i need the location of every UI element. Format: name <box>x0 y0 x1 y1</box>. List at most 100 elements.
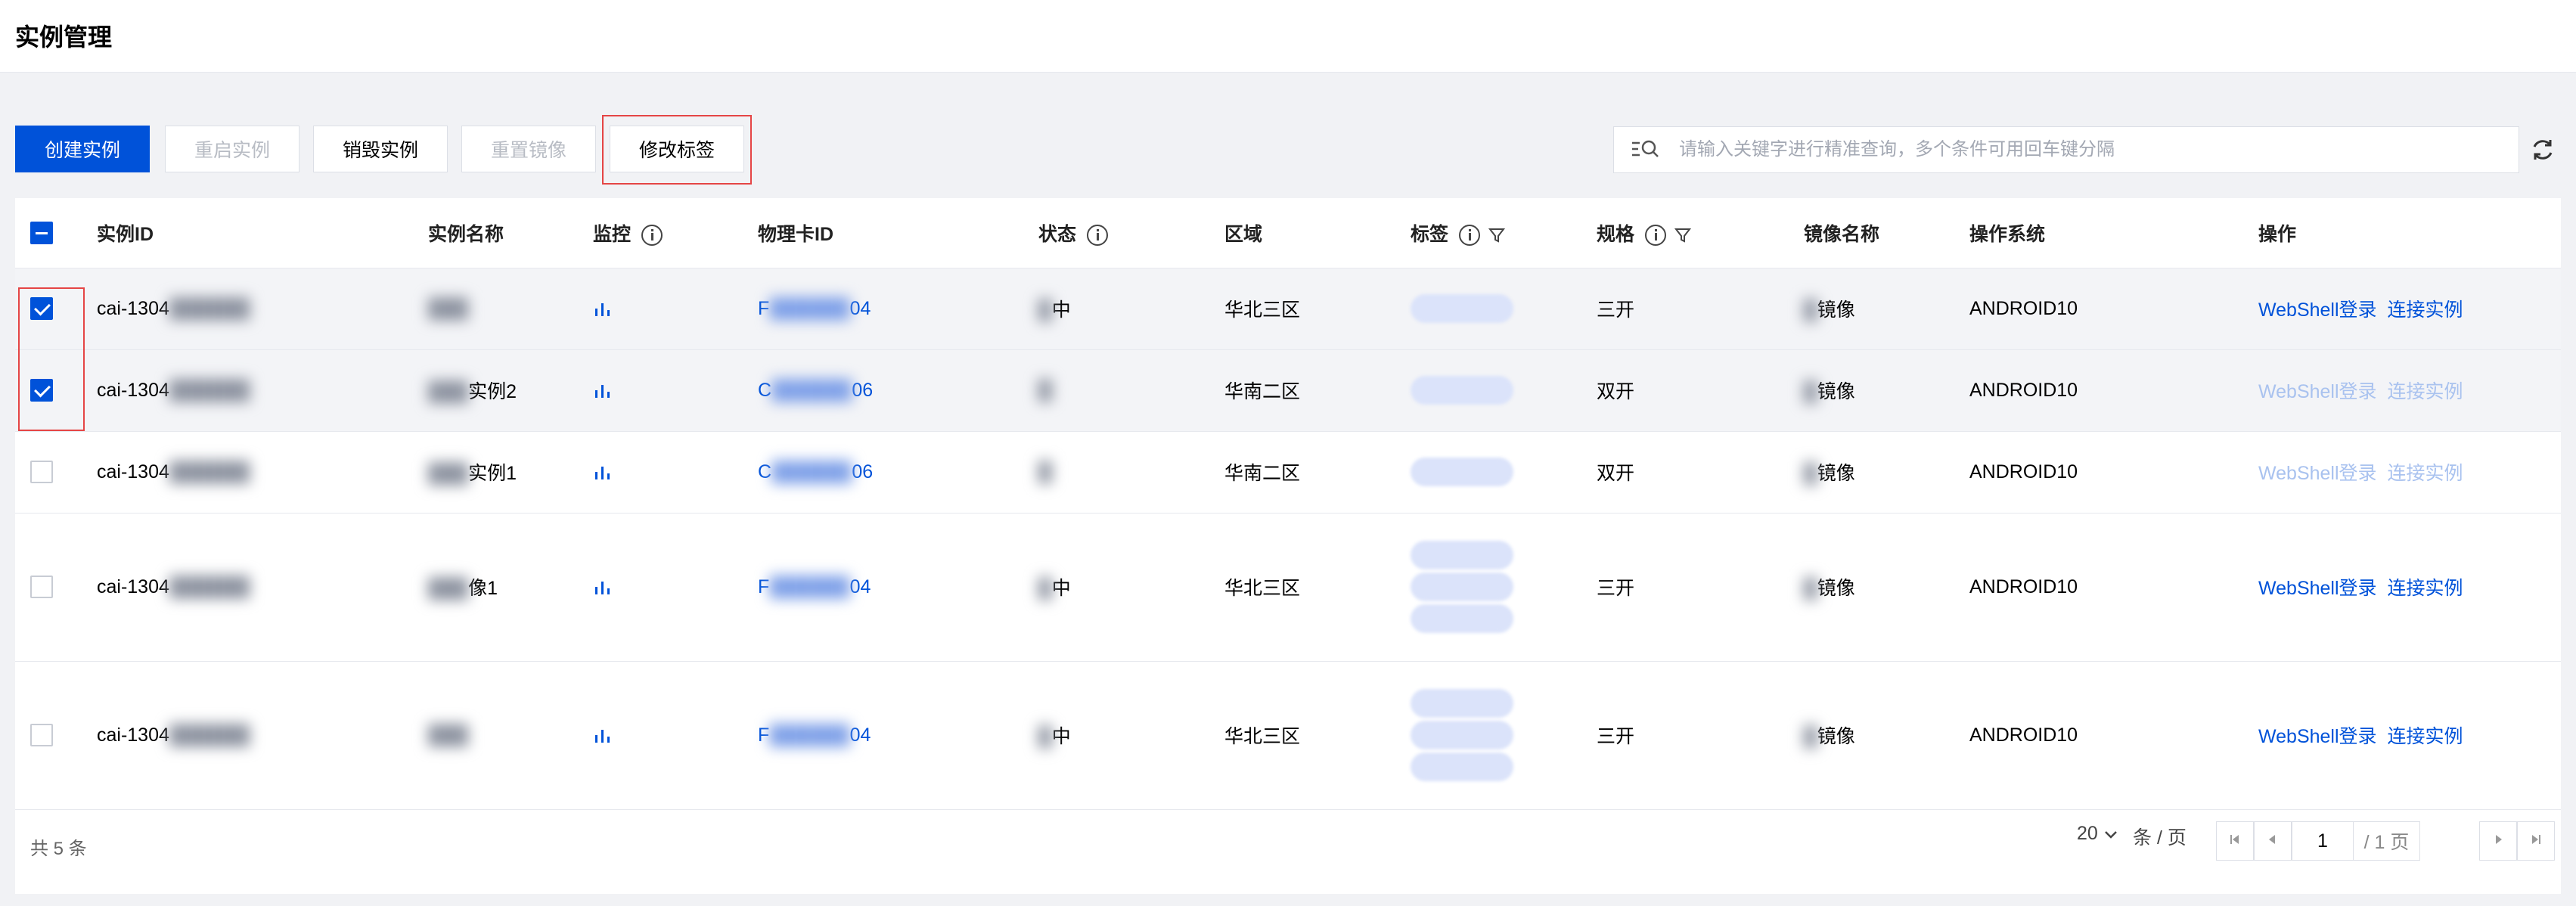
col-monitor: 监控 <box>593 198 758 268</box>
row-checkbox[interactable] <box>30 461 53 484</box>
filter-icon[interactable] <box>1488 226 1506 244</box>
card-id-redacted: ██████ <box>771 461 852 482</box>
info-icon[interactable] <box>1459 225 1481 247</box>
connect-instance-link[interactable]: 连接实例 <box>2387 299 2463 321</box>
prev-page-icon <box>2265 830 2280 852</box>
connect-instance-link[interactable]: 连接实例 <box>2387 726 2463 747</box>
instance-name: 像1 <box>468 578 498 599</box>
row-checkbox[interactable] <box>30 576 53 599</box>
os: ANDROID10 <box>1969 431 2258 514</box>
monitor-chart-icon[interactable] <box>593 578 613 597</box>
restart-instance-button[interactable]: 重启实例 <box>165 126 299 172</box>
table-row: cai-1304██████ ███实例1 C██████06 █ 华南二区 双开 █镜像 A… <box>15 431 2561 514</box>
status-redacted: █ <box>1038 726 1052 747</box>
image-name: 镜像 <box>1817 381 1855 402</box>
card-id-suffix: 04 <box>849 576 871 597</box>
os: ANDROID10 <box>1969 513 2258 662</box>
row-checkbox[interactable] <box>30 379 53 402</box>
col-card-id: 物理卡ID <box>758 198 1038 268</box>
total-pages-label: / 1 页 <box>2354 821 2420 861</box>
status-redacted: █ <box>1038 578 1052 599</box>
os: ANDROID10 <box>1969 268 2258 350</box>
page-title: 实例管理 <box>15 23 113 51</box>
reset-image-button[interactable]: 重置镜像 <box>461 126 596 172</box>
os: ANDROID10 <box>1969 661 2258 810</box>
col-spec-label: 规格 <box>1597 223 1635 245</box>
col-tags-label: 标签 <box>1411 223 1449 245</box>
tag-list <box>1411 689 1597 781</box>
filter-icon[interactable] <box>1674 226 1692 244</box>
webshell-login-link[interactable]: WebShell登录 <box>2258 381 2377 402</box>
webshell-login-link[interactable]: WebShell登录 <box>2258 463 2377 484</box>
row-checkbox[interactable] <box>30 297 53 321</box>
table-header-row: 实例ID 实例名称 监控 物理卡ID 状态 区域 标签 规格 镜像名称 操作系统… <box>15 198 2561 268</box>
instance-table: 实例ID 实例名称 监控 物理卡ID 状态 区域 标签 规格 镜像名称 操作系统… <box>15 198 2561 810</box>
tag-pill <box>1411 572 1513 601</box>
card-id-prefix: C <box>758 461 772 482</box>
image-name: 镜像 <box>1817 578 1855 599</box>
col-os: 操作系统 <box>1969 198 2258 268</box>
last-page-button[interactable] <box>2517 821 2555 861</box>
select-all-checkbox[interactable] <box>30 221 53 244</box>
tag-list <box>1411 294 1597 323</box>
create-instance-button[interactable]: 创建实例 <box>15 126 150 172</box>
instance-name: 实例2 <box>468 381 517 402</box>
first-page-button[interactable] <box>2216 821 2254 861</box>
tag-pill <box>1411 376 1513 405</box>
search-filter-icon <box>1631 138 1661 161</box>
col-image-name: 镜像名称 <box>1804 198 1969 268</box>
search-box[interactable] <box>1613 126 2519 173</box>
per-page-label: 条 / 页 <box>2133 827 2186 849</box>
monitor-chart-icon[interactable] <box>593 463 613 482</box>
tag-pill <box>1411 294 1513 323</box>
page-number-input[interactable]: 1 <box>2292 821 2354 861</box>
instance-id-redacted: ██████ <box>169 461 250 482</box>
connect-instance-link[interactable]: 连接实例 <box>2387 463 2463 484</box>
webshell-login-link[interactable]: WebShell登录 <box>2258 299 2377 321</box>
refresh-icon[interactable] <box>2529 136 2556 163</box>
instance-name-redacted: ███ <box>428 381 469 402</box>
tag-list <box>1411 458 1597 486</box>
tag-pill <box>1411 541 1513 569</box>
region: 华南二区 <box>1224 431 1411 514</box>
card-id-link[interactable]: F██████04 <box>758 298 871 319</box>
monitor-chart-icon[interactable] <box>593 381 613 401</box>
next-page-button[interactable] <box>2479 821 2517 861</box>
card-id-suffix: 06 <box>852 461 874 482</box>
region: 华南二区 <box>1224 349 1411 432</box>
status-text: 中 <box>1051 578 1071 599</box>
card-id-prefix: F <box>758 576 770 597</box>
card-id-link[interactable]: F██████04 <box>758 724 871 746</box>
status-redacted: █ <box>1038 379 1052 401</box>
row-checkbox[interactable] <box>30 724 53 747</box>
image-name-redacted: █ <box>1804 578 1817 599</box>
connect-instance-link[interactable]: 连接实例 <box>2387 578 2463 599</box>
card-id-suffix: 04 <box>849 724 871 746</box>
card-id-link[interactable]: F██████04 <box>758 576 871 597</box>
tag-list <box>1411 376 1597 405</box>
region: 华北三区 <box>1224 268 1411 350</box>
spec: 三开 <box>1597 513 1804 662</box>
card-id-link[interactable]: C██████06 <box>758 380 873 401</box>
monitor-chart-icon[interactable] <box>593 299 613 319</box>
info-icon[interactable] <box>1645 225 1667 247</box>
spec: 双开 <box>1597 349 1804 432</box>
card-id-link[interactable]: C██████06 <box>758 461 873 482</box>
page-size-select[interactable]: 20 <box>2077 823 2118 845</box>
col-instance-name: 实例名称 <box>428 198 593 268</box>
webshell-login-link[interactable]: WebShell登录 <box>2258 578 2377 599</box>
connect-instance-link[interactable]: 连接实例 <box>2387 381 2463 402</box>
info-icon[interactable] <box>1087 225 1109 247</box>
prev-page-button[interactable] <box>2254 821 2292 861</box>
search-input[interactable] <box>1679 139 2519 160</box>
modify-tags-button[interactable]: 修改标签 <box>610 126 744 172</box>
image-name-redacted: █ <box>1804 381 1817 402</box>
destroy-instance-button[interactable]: 销毁实例 <box>313 126 448 172</box>
monitor-chart-icon[interactable] <box>593 726 613 746</box>
instance-name-redacted: ███ <box>428 297 469 319</box>
instance-name-redacted: ███ <box>428 724 469 746</box>
info-icon[interactable] <box>641 225 663 247</box>
table-row: cai-1304██████ ███实例2 C██████06 █ 华南二区 双开 █镜像 A… <box>15 349 2561 432</box>
last-page-icon <box>2528 830 2543 852</box>
webshell-login-link[interactable]: WebShell登录 <box>2258 726 2377 747</box>
